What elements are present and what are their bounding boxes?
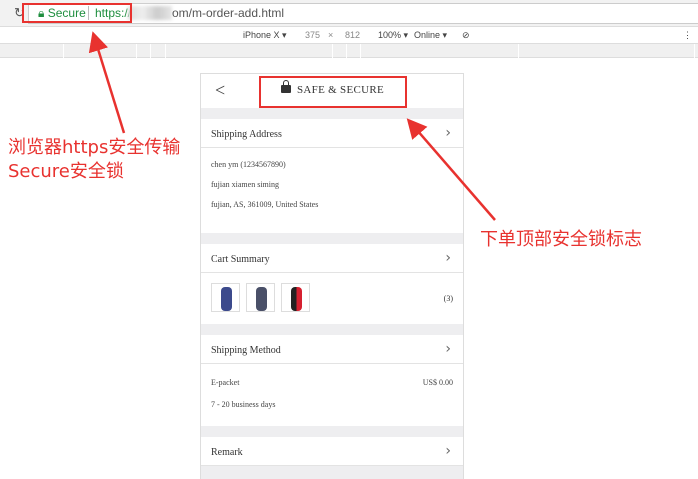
arrow (406, 118, 496, 221)
arrow (88, 31, 126, 134)
annotation-arrows (88, 31, 496, 221)
